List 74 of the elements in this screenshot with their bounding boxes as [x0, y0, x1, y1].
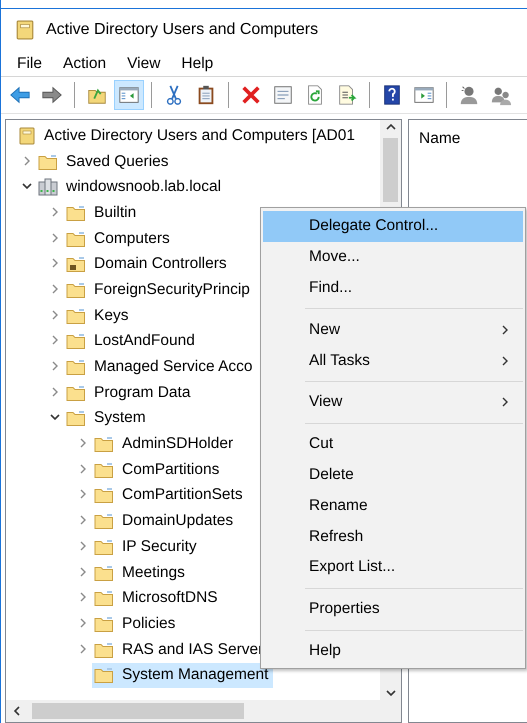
folder-icon	[94, 435, 114, 454]
tree-item[interactable]: windowsnoob.lab.local	[36, 174, 226, 200]
tree-item[interactable]: Program Data	[64, 380, 196, 406]
folder-icon	[38, 152, 58, 171]
help-icon	[381, 84, 403, 106]
tree-item[interactable]: Builtin	[64, 200, 142, 226]
tree-item[interactable]: ForeignSecurityPrincip	[64, 277, 255, 302]
folder-icon	[94, 460, 114, 479]
menu-item[interactable]: File	[9, 52, 50, 74]
folder-icon	[66, 280, 86, 299]
console-icon	[15, 20, 35, 40]
pane-toggle-icon	[118, 84, 140, 106]
menu-item[interactable]: New	[263, 314, 523, 346]
menu-item[interactable]: Find...	[263, 272, 523, 304]
folder-icon	[66, 255, 86, 274]
tree-item[interactable]: ComPartitionSets	[92, 482, 248, 508]
folder-icon	[94, 666, 114, 684]
tree-item[interactable]: Domain Controllers	[64, 252, 232, 277]
folder-icon	[94, 640, 114, 659]
toolbar-button[interactable]	[114, 80, 144, 110]
folder-icon	[94, 589, 114, 608]
menu-item[interactable]: Delete	[263, 460, 523, 490]
menu-item[interactable]: Action	[54, 52, 114, 74]
folder-icon	[94, 512, 114, 530]
menu-item[interactable]: Export List...	[263, 552, 523, 583]
back-arrow-icon	[9, 84, 31, 106]
folder-icon	[66, 230, 86, 248]
menu-item[interactable]: Delegate Control...	[263, 211, 523, 242]
tree-item[interactable]: ComPartitions	[92, 457, 224, 482]
user-icon	[458, 84, 480, 106]
tree-item[interactable]: MicrosoftDNS	[92, 586, 223, 611]
tree-item[interactable]: Saved Queries	[36, 149, 174, 174]
tree-item[interactable]: AdminSDHolder	[92, 432, 238, 457]
domain-icon	[38, 178, 58, 196]
properties-icon	[272, 84, 294, 106]
column-header[interactable]: Name	[409, 120, 470, 158]
folder-icon	[66, 409, 86, 428]
tree-item[interactable]: Meetings	[92, 560, 190, 586]
folder-icon	[66, 306, 86, 325]
tree-item[interactable]: System	[64, 406, 151, 431]
menu-item[interactable]: All Tasks	[263, 345, 523, 376]
scrollbar-thumb[interactable]	[383, 138, 398, 202]
tree-item[interactable]: Managed Service Acco	[64, 354, 258, 380]
tree-item[interactable]: Active Directory Users and Computers [AD01	[16, 123, 360, 148]
menu-item[interactable]: View	[119, 52, 168, 74]
pane-toggle-icon	[413, 84, 435, 106]
scrollbar-thumb[interactable]	[32, 703, 244, 719]
folder-icon	[66, 204, 86, 222]
folder-icon	[94, 486, 114, 504]
folder-icon	[66, 332, 86, 350]
menu-item[interactable]: Rename	[263, 490, 523, 522]
folder-icon	[94, 538, 114, 556]
tree-item[interactable]: LostAndFound	[64, 328, 200, 354]
folder-icon	[94, 614, 114, 633]
menu-item[interactable]: Properties	[263, 594, 523, 625]
forward-arrow-icon	[41, 84, 63, 106]
tree-item[interactable]: Policies	[92, 611, 180, 636]
tree-item[interactable]: IP Security	[92, 534, 202, 560]
delete-x-icon	[240, 84, 262, 106]
console-icon	[18, 126, 36, 145]
tree-item[interactable]: Keys	[64, 303, 134, 328]
folder-icon	[94, 564, 114, 582]
menu-item[interactable]: View	[263, 386, 523, 418]
menu-item[interactable]: Cut	[263, 428, 523, 460]
window-title: Active Directory Users and Computers	[46, 21, 318, 39]
folder-icon	[66, 358, 86, 376]
menu-item[interactable]: Help	[173, 52, 222, 74]
menu-item[interactable]: Refresh	[263, 521, 523, 552]
tree-item[interactable]: Computers	[64, 226, 175, 252]
tree-item[interactable]: DomainUpdates	[92, 508, 238, 534]
folder-icon	[66, 384, 86, 402]
tree-item[interactable]: System Management	[92, 662, 274, 688]
export-list-icon	[336, 84, 358, 106]
menu-item[interactable]: Move...	[263, 242, 523, 273]
